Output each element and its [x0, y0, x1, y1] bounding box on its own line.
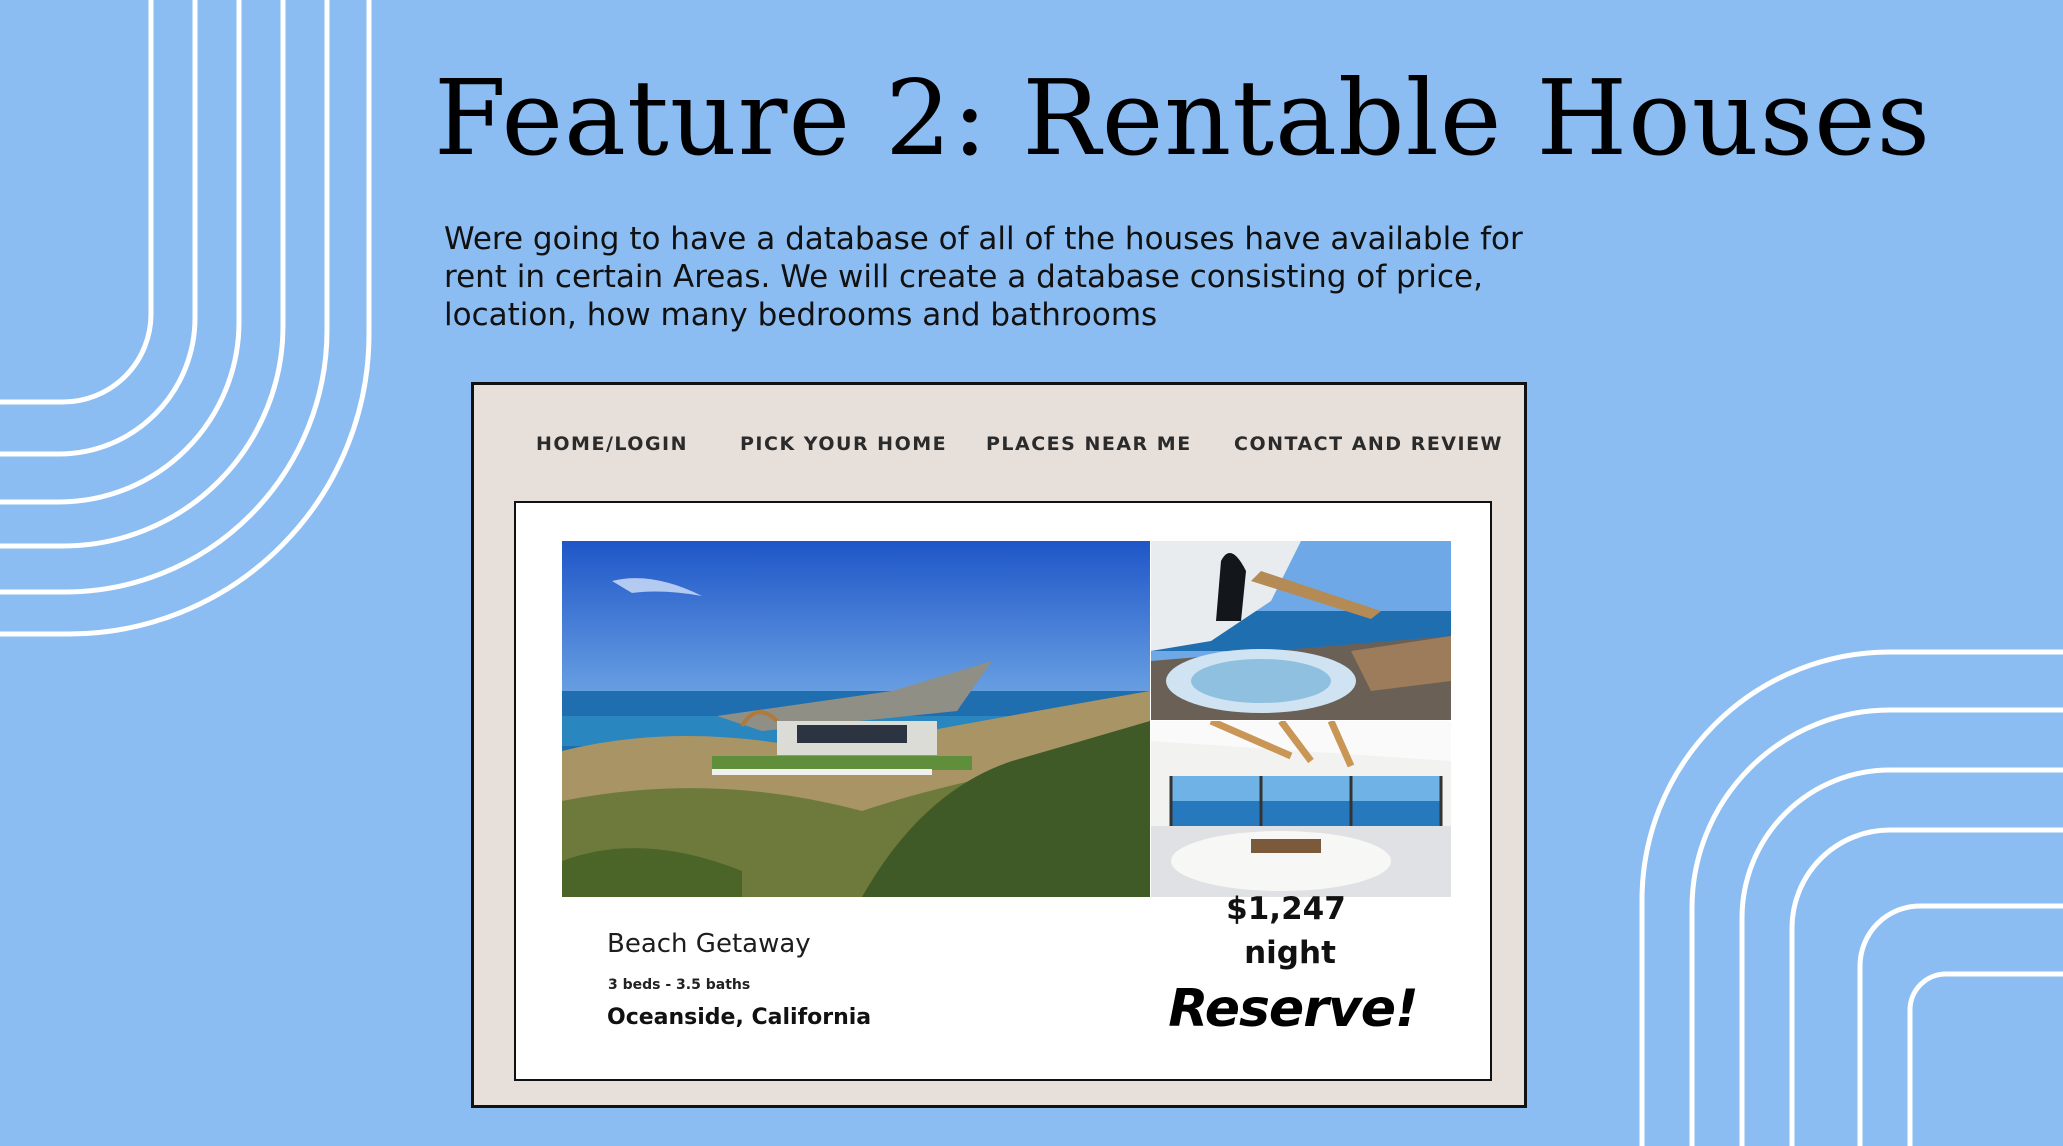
listing-card[interactable]: Beach Getaway 3 beds - 3.5 baths Oceansi… [514, 501, 1492, 1081]
nav-contact-and-review[interactable]: CONTACT AND REVIEW [1234, 433, 1503, 455]
beach-house-exterior-photo[interactable] [562, 541, 1150, 897]
reserve-button[interactable]: Reserve! [1168, 979, 1418, 1039]
hot-tub-balcony-photo[interactable] [1151, 541, 1451, 720]
listing-price: $1,247 [1226, 891, 1346, 927]
slide-description: Were going to have a database of all of … [444, 221, 1523, 333]
website-mockup: HOME/LOGIN PICK YOUR HOME PLACES NEAR ME… [471, 382, 1527, 1108]
nav-home-login[interactable]: HOME/LOGIN [536, 433, 688, 455]
nav-bar: HOME/LOGIN PICK YOUR HOME PLACES NEAR ME… [474, 433, 1524, 467]
left-arc-decoration [0, 0, 372, 637]
nav-places-near-me[interactable]: PLACES NEAR ME [986, 433, 1192, 455]
listing-name: Beach Getaway [607, 929, 811, 959]
slide-title: Feature 2: Rentable Houses [434, 57, 1932, 179]
nav-pick-your-home[interactable]: PICK YOUR HOME [740, 433, 947, 455]
listing-location: Oceanside, California [607, 1005, 872, 1030]
ocean-view-living-room-photo[interactable] [1151, 721, 1451, 897]
price-unit: night [1244, 935, 1336, 971]
listing-specs: 3 beds - 3.5 baths [608, 977, 751, 993]
